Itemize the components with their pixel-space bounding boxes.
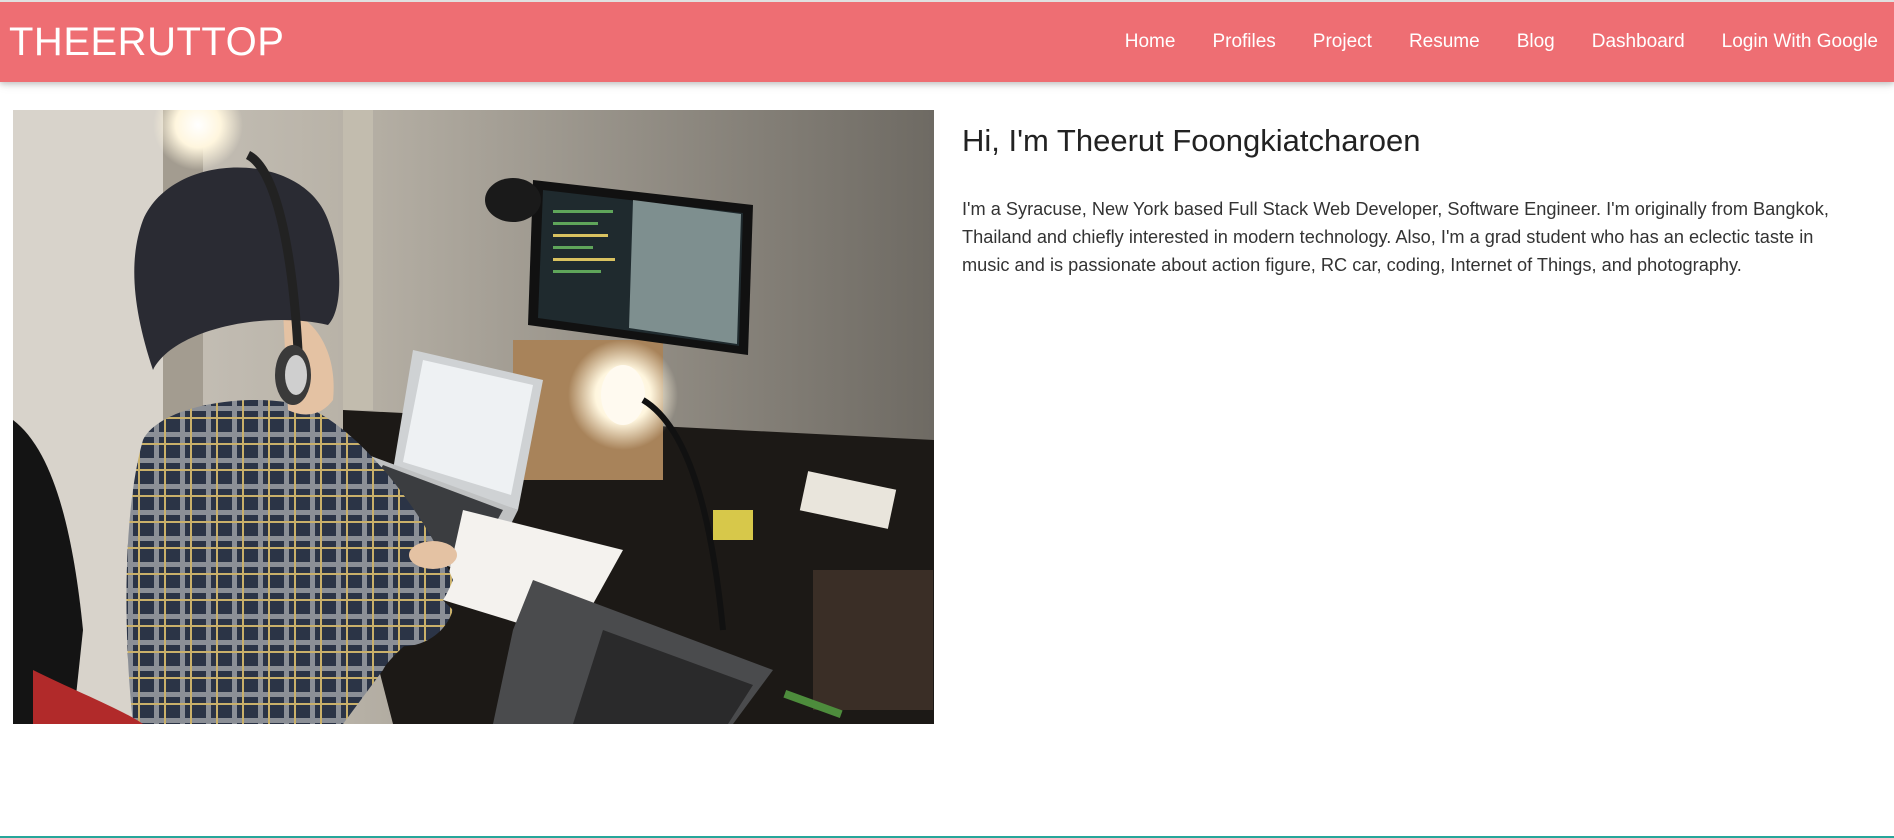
profile-photo xyxy=(13,110,934,724)
nav-link-login-google[interactable]: Login With Google xyxy=(1703,2,1894,82)
nav-link-resume[interactable]: Resume xyxy=(1390,2,1498,82)
nav-link-profiles[interactable]: Profiles xyxy=(1194,2,1294,82)
intro-paragraph: I'm a Syracuse, New York based Full Stac… xyxy=(962,199,1829,275)
nav-link-blog[interactable]: Blog xyxy=(1498,2,1573,82)
intro-heading: Hi, I'm Theerut Foongkiatcharoen xyxy=(962,123,1421,158)
navbar: THEERUTTOP Home Profiles Project Resume … xyxy=(0,0,1894,82)
nav-menu: Home Profiles Project Resume Blog Dashbo… xyxy=(1106,2,1894,82)
photo-illustration xyxy=(13,110,934,724)
nav-link-dashboard[interactable]: Dashboard xyxy=(1573,2,1703,82)
brand-logo[interactable]: THEERUTTOP xyxy=(9,18,284,66)
nav-link-project[interactable]: Project xyxy=(1294,2,1390,82)
nav-link-home[interactable]: Home xyxy=(1106,2,1194,82)
